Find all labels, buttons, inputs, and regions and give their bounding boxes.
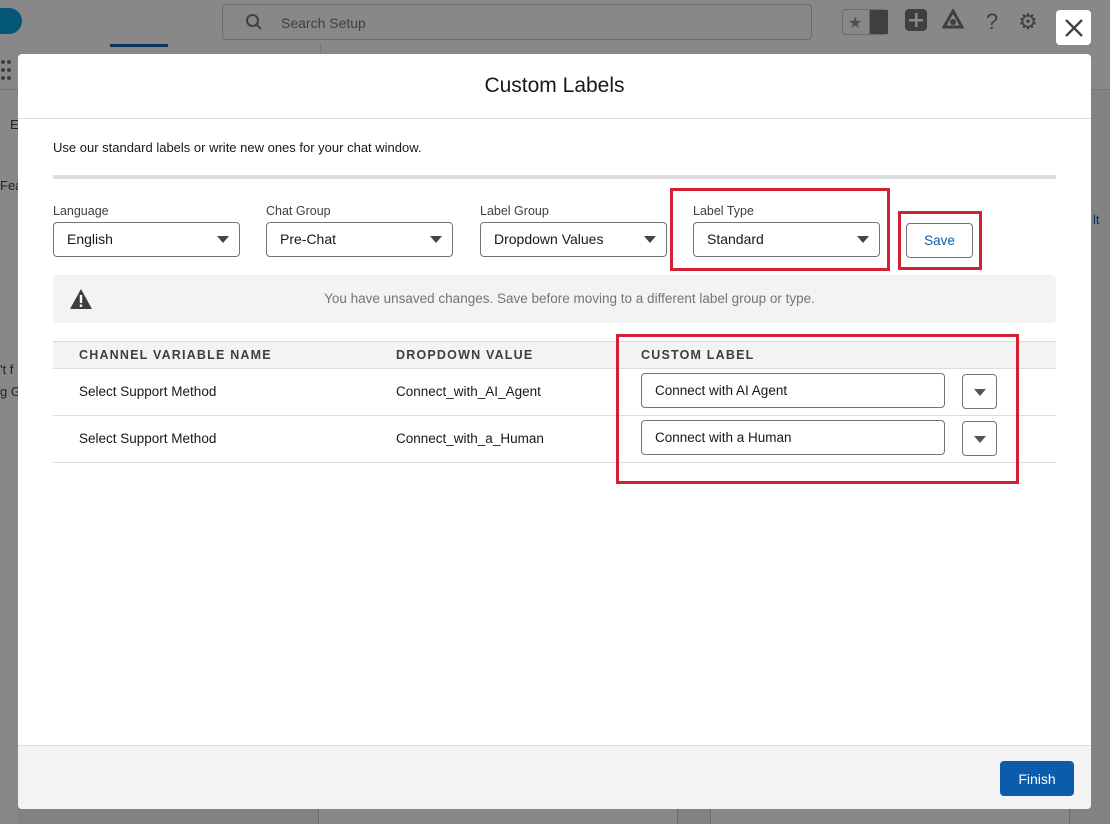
intro-text: Use our standard labels or write new one… [53,140,422,155]
alert-text: You have unsaved changes. Save before mo… [324,291,815,306]
language-field: Language English [53,204,240,257]
variable-name-cell: Select Support Method [79,431,217,446]
finish-button[interactable]: Finish [1000,761,1074,796]
column-header: DROPDOWN VALUE [396,348,534,362]
label-type-field: Label Type Standard [693,204,880,257]
chat-group-select[interactable]: Pre-Chat [266,222,453,257]
language-value: English [67,231,113,247]
label-type-value: Standard [707,231,764,247]
close-button[interactable] [1056,10,1091,45]
chat-group-label: Chat Group [266,204,331,218]
label-group-field: Label Group Dropdown Values [480,204,667,257]
modal-footer: Finish [18,745,1091,809]
dropdown-value-cell: Connect_with_a_Human [396,431,544,446]
label-type-label: Label Type [693,204,754,218]
modal-header: Custom Labels [18,54,1091,119]
language-select[interactable]: English [53,222,240,257]
column-header: CHANNEL VARIABLE NAME [79,348,272,362]
variable-name-cell: Select Support Method [79,384,217,399]
modal-title: Custom Labels [484,74,625,97]
custom-labels-modal: Custom Labels Use our standard labels or… [18,54,1091,809]
close-icon [1064,18,1083,37]
label-group-value: Dropdown Values [494,231,604,247]
label-group-label: Label Group [480,204,549,218]
language-label: Language [53,204,109,218]
chevron-down-icon [644,236,656,243]
row-actions-button[interactable] [962,421,997,456]
chevron-down-icon [974,436,986,443]
dropdown-value-cell: Connect_with_AI_Agent [396,384,541,399]
column-header: CUSTOM LABEL [641,348,755,362]
save-button[interactable]: Save [906,223,973,258]
table-row: Select Support Method Connect_with_AI_Ag… [53,369,1056,416]
unsaved-changes-alert: You have unsaved changes. Save before mo… [53,275,1056,323]
chevron-down-icon [857,236,869,243]
chevron-down-icon [217,236,229,243]
custom-label-input[interactable]: Connect with AI Agent [641,373,945,408]
section-divider [53,175,1056,179]
chevron-down-icon [974,389,986,396]
chat-group-value: Pre-Chat [280,231,337,247]
custom-label-input[interactable]: Connect with a Human [641,420,945,455]
label-type-select[interactable]: Standard [693,222,880,257]
chat-group-field: Chat Group Pre-Chat [266,204,453,257]
table-row: Select Support Method Connect_with_a_Hum… [53,416,1056,463]
chevron-down-icon [430,236,442,243]
row-actions-button[interactable] [962,374,997,409]
table-header: CHANNEL VARIABLE NAME DROPDOWN VALUE CUS… [53,341,1056,369]
labels-table: CHANNEL VARIABLE NAME DROPDOWN VALUE CUS… [53,341,1056,463]
label-group-select[interactable]: Dropdown Values [480,222,667,257]
